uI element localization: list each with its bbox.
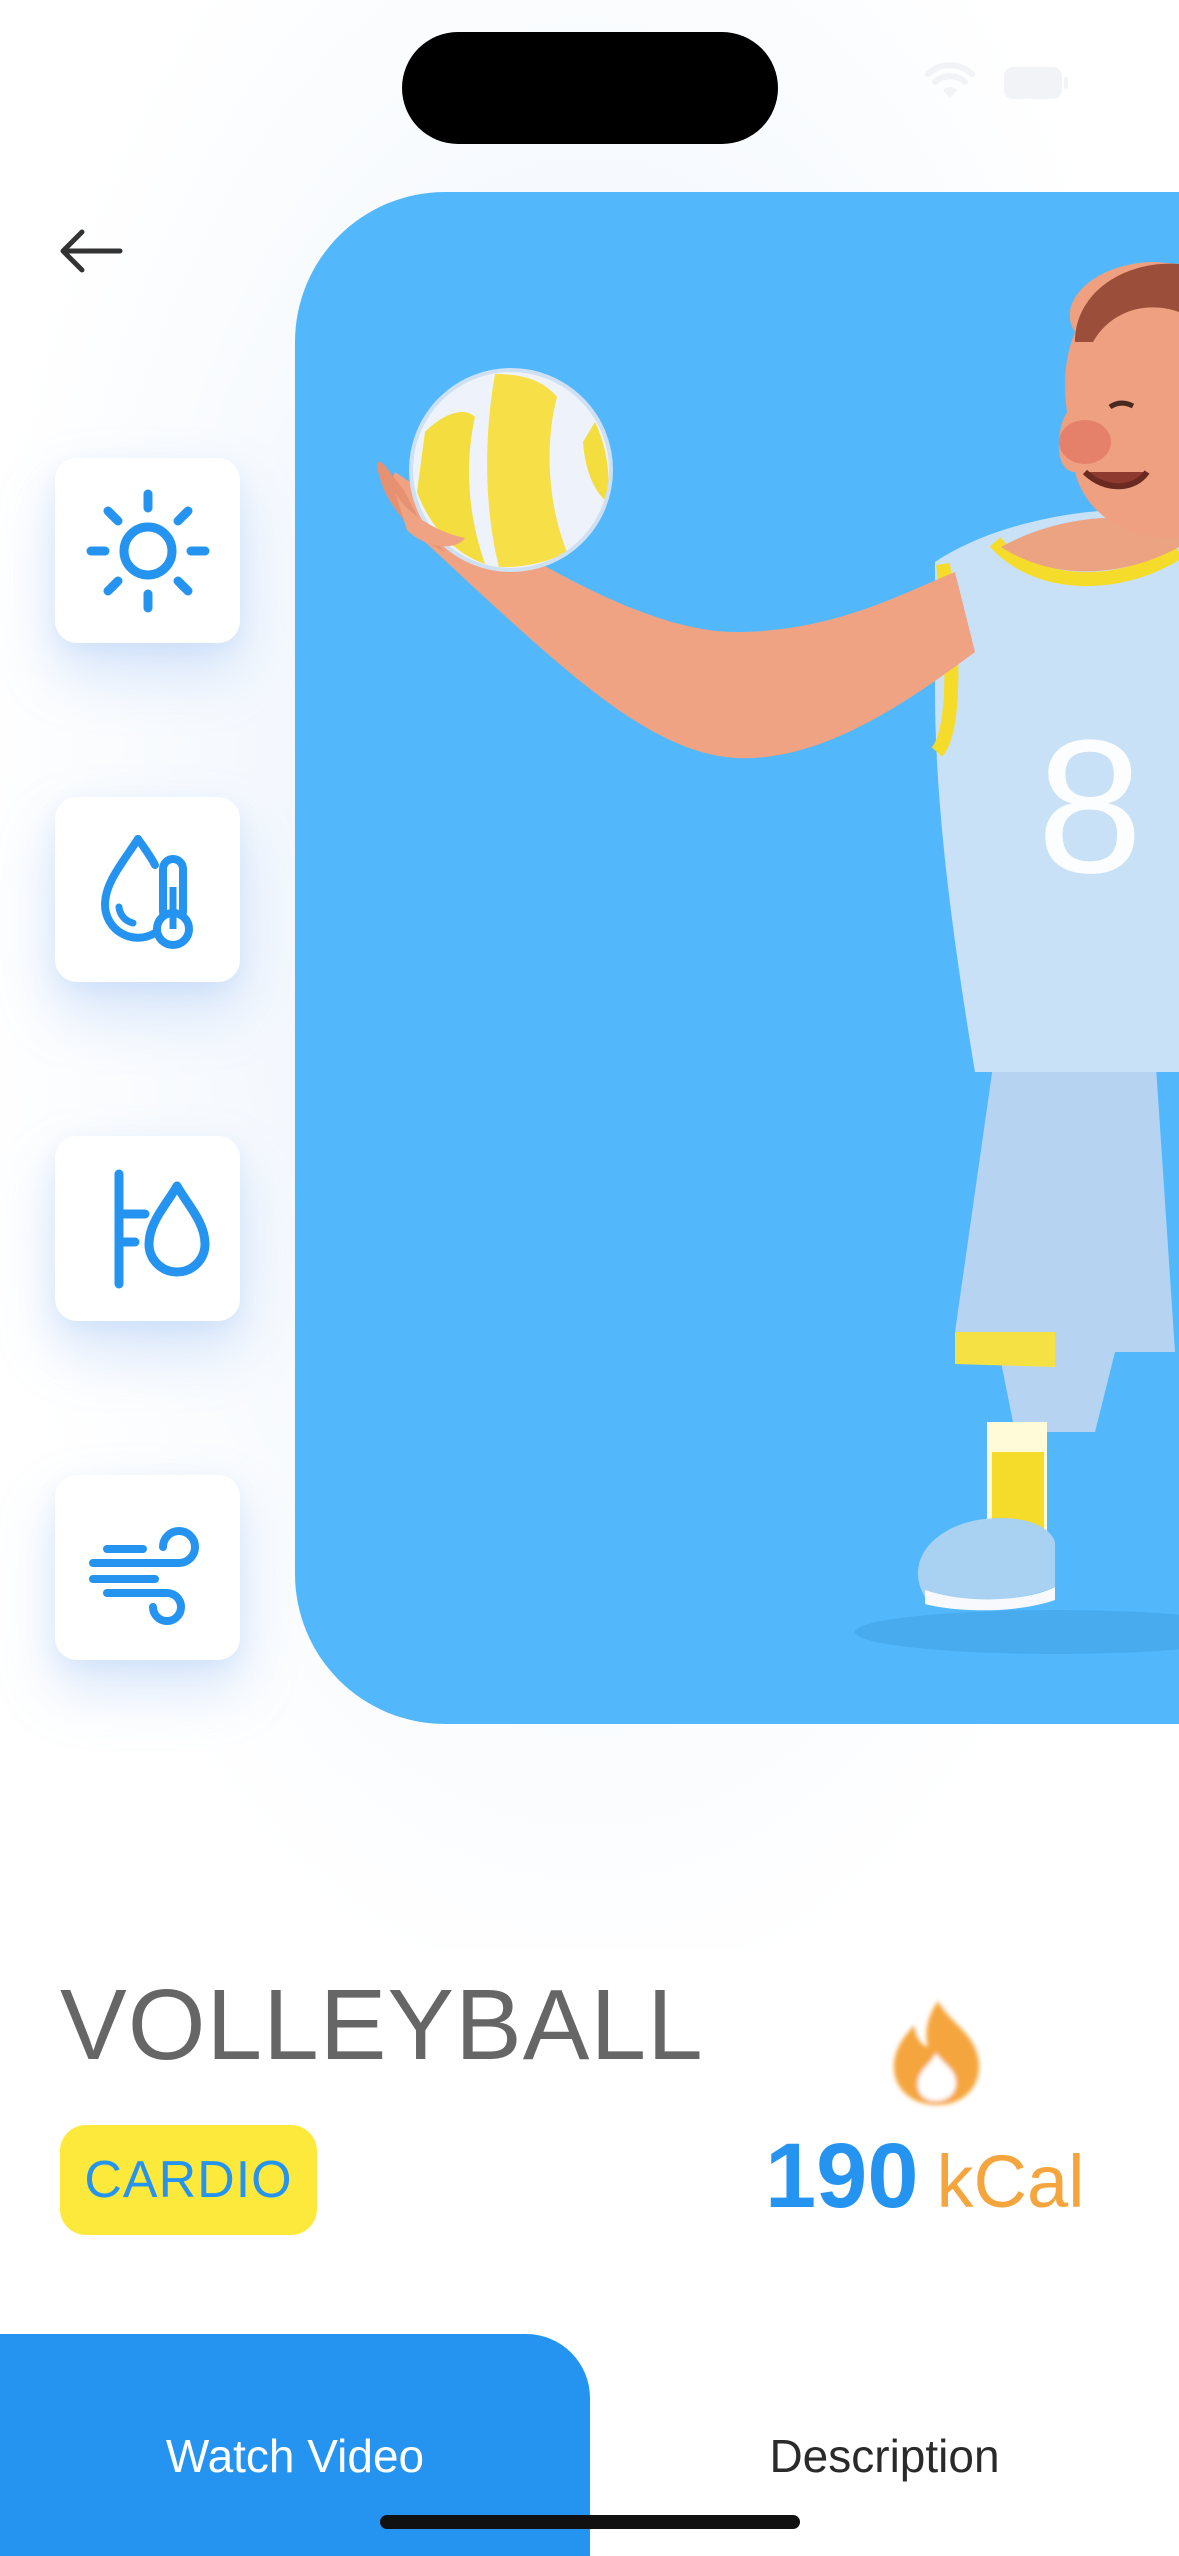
activity-title: VOLLEYBALL <box>60 1969 704 2081</box>
back-button[interactable] <box>48 218 134 284</box>
humidity-tile[interactable] <box>55 797 240 982</box>
arrow-left-icon <box>60 229 123 273</box>
jersey-number: 8 <box>1037 701 1143 913</box>
calorie-unit: kCal <box>936 2140 1085 2223</box>
humidity-temperature-icon <box>100 834 193 949</box>
tab-description-label: Description <box>769 2430 1000 2482</box>
home-indicator[interactable] <box>380 2515 800 2529</box>
battery-icon <box>1004 67 1068 99</box>
sun-tile[interactable] <box>55 458 240 643</box>
tab-watch-video-label: Watch Video <box>165 2430 425 2482</box>
wind-icon <box>88 1526 199 1625</box>
sun-icon <box>86 489 209 612</box>
water-level-tile[interactable] <box>55 1136 240 1321</box>
category-badge: CARDIO <box>60 2125 317 2235</box>
wind-tile[interactable] <box>55 1475 240 1660</box>
dynamic-island <box>402 32 778 144</box>
calorie-readout: 190 kCal <box>765 2130 1085 2222</box>
flame-icon <box>893 2001 980 2105</box>
wifi-icon <box>925 62 975 98</box>
calorie-value: 190 <box>765 2125 919 2227</box>
volleyball-player-illustration: 8 <box>377 262 1179 1654</box>
water-level-icon <box>114 1169 209 1288</box>
hero-card: 8 <box>295 192 1179 1724</box>
